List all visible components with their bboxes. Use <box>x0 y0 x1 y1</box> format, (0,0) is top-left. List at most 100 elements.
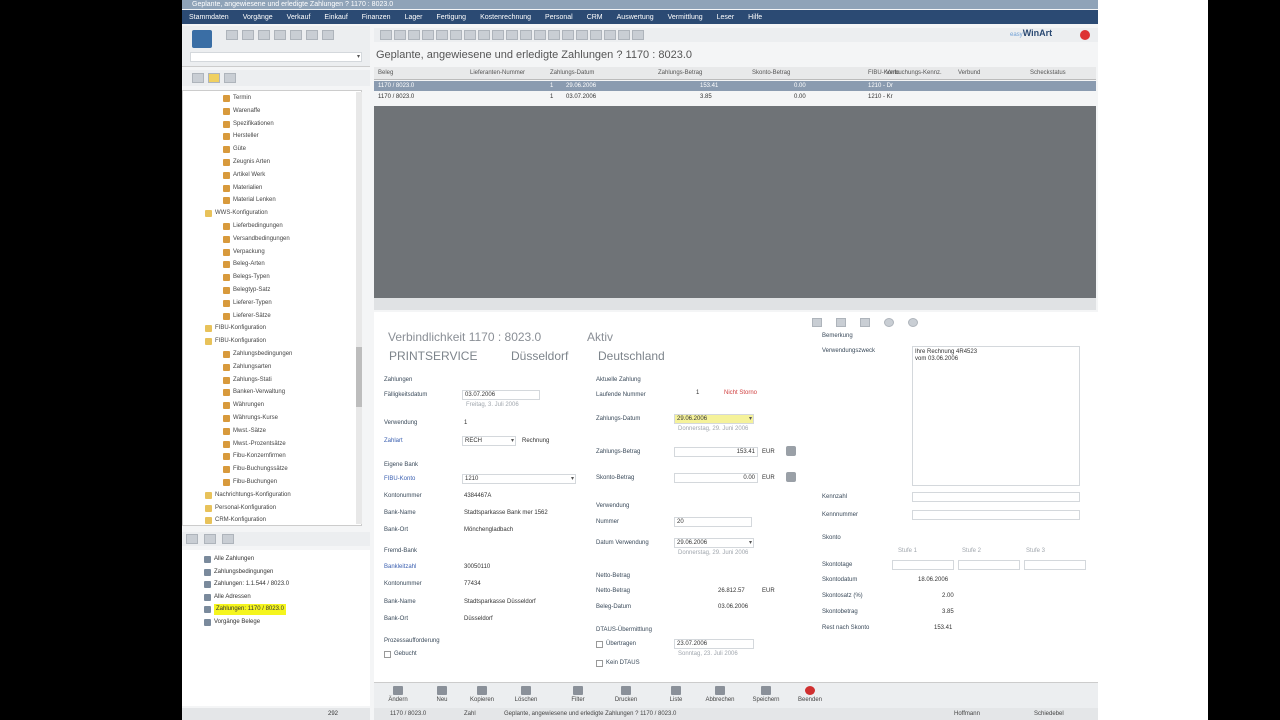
zahlungsbetrag-input[interactable]: 153.41 <box>674 447 758 457</box>
tree-item[interactable]: Belegs-Typen <box>223 272 270 283</box>
action-button[interactable]: Liste <box>656 683 696 709</box>
tree-item[interactable]: Verpackung <box>223 247 265 258</box>
settings-icon[interactable] <box>306 30 318 40</box>
action-button[interactable]: Drucken <box>606 683 646 709</box>
column-header[interactable]: Verbund <box>958 67 980 79</box>
menu-item[interactable]: CRM <box>580 14 610 21</box>
tree-item[interactable]: Personal-Konfiguration <box>205 503 276 514</box>
menu-item[interactable]: Personal <box>538 14 580 21</box>
cut-icon[interactable] <box>436 30 448 40</box>
up-icon[interactable] <box>274 30 286 40</box>
tree-item[interactable]: Material Lenken <box>223 195 276 206</box>
tree-item[interactable]: Artikel Werk <box>223 170 265 181</box>
zahlart-label[interactable]: Zahlart <box>384 438 403 444</box>
tree-tab-icon[interactable] <box>192 73 204 83</box>
history-item[interactable]: Alle Adressen <box>204 592 251 603</box>
tree-item[interactable]: Güte <box>223 144 246 155</box>
prev-icon[interactable] <box>492 30 504 40</box>
tree-item[interactable]: CRM-Konfiguration <box>205 515 266 525</box>
tree-item[interactable]: Versandbedingungen <box>223 234 290 245</box>
calculator-icon[interactable] <box>786 446 796 456</box>
tree-item[interactable]: FIBU-Konfiguration <box>205 323 266 334</box>
search-icon[interactable] <box>576 30 588 40</box>
skontotage-3-input[interactable] <box>1024 560 1086 570</box>
home-icon[interactable] <box>258 30 270 40</box>
attach-icon[interactable] <box>860 318 870 327</box>
mail-icon[interactable] <box>604 30 616 40</box>
column-header[interactable]: Zahlungs-Betrag <box>658 67 702 79</box>
menu-item[interactable]: Verkauf <box>280 14 318 21</box>
close-icon[interactable] <box>1080 30 1090 40</box>
tree-item[interactable]: Banken-Verwaltung <box>223 387 285 398</box>
tree-item[interactable]: Lieferbedingungen <box>223 221 283 232</box>
edit-icon[interactable] <box>836 318 846 327</box>
action-button[interactable]: Beenden <box>790 683 830 709</box>
action-button[interactable]: Speichern <box>746 683 786 709</box>
action-button[interactable]: Neu <box>422 683 462 709</box>
save-icon[interactable] <box>408 30 420 40</box>
menu-item[interactable]: Auswertung <box>610 14 661 21</box>
calendar-icon[interactable] <box>618 30 630 40</box>
datum-verwendung-input[interactable]: 29.06.2006 ▾ <box>674 538 754 548</box>
tree-item[interactable]: Zahlungsbedingungen <box>223 349 292 360</box>
menu-item[interactable]: Finanzen <box>355 14 398 21</box>
menu-item[interactable]: Lager <box>398 14 430 21</box>
action-button[interactable]: Kopieren <box>462 683 502 709</box>
help-icon[interactable] <box>632 30 644 40</box>
filter-icon[interactable] <box>290 30 302 40</box>
tree-item[interactable]: Fibu-Konzernfirmen <box>223 451 286 462</box>
search-icon[interactable] <box>322 30 334 40</box>
column-header[interactable]: Skonto-Betrag <box>752 67 790 79</box>
action-button[interactable]: Filter <box>558 683 598 709</box>
nummer-input[interactable]: 20 <box>674 517 752 527</box>
copy-icon[interactable] <box>450 30 462 40</box>
tree-item[interactable]: Lieferer-Typen <box>223 298 272 309</box>
tree-item[interactable]: Lieferer-Sätze <box>223 311 271 322</box>
navigator-search-input[interactable]: ▾ <box>190 52 362 62</box>
open-icon[interactable] <box>394 30 406 40</box>
tree-item[interactable]: Mwst.-Sätze <box>223 426 266 437</box>
skontotage-2-input[interactable] <box>958 560 1020 570</box>
menu-item[interactable]: Leser <box>710 14 742 21</box>
column-header[interactable]: Beleg <box>378 67 393 79</box>
kennnummer-input[interactable] <box>912 510 1080 520</box>
back-icon[interactable] <box>226 30 238 40</box>
tree-item[interactable]: Zeugnis Arten <box>223 157 270 168</box>
tree-item[interactable]: Beleg-Arten <box>223 259 265 270</box>
fibu-konto-label[interactable]: FIBU-Konto <box>384 476 415 482</box>
help-icon[interactable] <box>908 318 918 327</box>
tree-item[interactable]: Mwst.-Prozentsätze <box>223 439 286 450</box>
grid-view-icon[interactable] <box>812 318 822 327</box>
gebucht-checkbox[interactable] <box>384 651 391 658</box>
column-header[interactable]: Zahlungs-Datum <box>550 67 594 79</box>
new-icon[interactable] <box>380 30 392 40</box>
tree-item[interactable]: Spezifikationen <box>223 119 274 130</box>
skontotage-1-input[interactable] <box>892 560 954 570</box>
calculator-icon[interactable] <box>786 472 796 482</box>
table-row[interactable]: 1170 / 8023.0 1 03.07.2006 3.85 0.00 1210 - K… <box>374 92 1096 102</box>
tree-scrollbar[interactable] <box>356 92 362 524</box>
forward-icon[interactable] <box>242 30 254 40</box>
print-icon[interactable] <box>422 30 434 40</box>
first-icon[interactable] <box>478 30 490 40</box>
paste-icon[interactable] <box>464 30 476 40</box>
filter-icon[interactable] <box>548 30 560 40</box>
info-icon[interactable] <box>884 318 894 327</box>
next-icon[interactable] <box>506 30 518 40</box>
fibu-konto-select[interactable]: 1210 ▾ <box>462 474 576 484</box>
user-tab-icon[interactable] <box>224 73 236 83</box>
menu-item[interactable]: Vorgänge <box>236 14 280 21</box>
menu-item[interactable]: Hilfe <box>741 14 769 21</box>
tree-item[interactable]: Währungen <box>223 400 264 411</box>
zahlart-select[interactable]: RECH ▾ <box>462 436 516 446</box>
tree-scrollbar-thumb[interactable] <box>356 347 362 407</box>
skontobetrag-input[interactable]: 0.00 <box>674 473 758 483</box>
navigator-icon[interactable] <box>192 30 212 48</box>
column-header[interactable]: Lieferanten-Nummer <box>470 67 525 79</box>
tree-item[interactable]: Belegtyp-Satz <box>223 285 270 296</box>
tree-item[interactable]: Fibu-Buchungssätze <box>223 464 288 475</box>
dtaus-checkbox[interactable] <box>596 641 603 648</box>
tree-item[interactable]: Währungs-Kurse <box>223 413 278 424</box>
verwendungszweck-textarea[interactable]: Ihre Rechnung 4R4523 vom 03.06.2006 <box>912 346 1080 486</box>
faelligkeit-input[interactable]: 03.07.2006 <box>462 390 540 400</box>
